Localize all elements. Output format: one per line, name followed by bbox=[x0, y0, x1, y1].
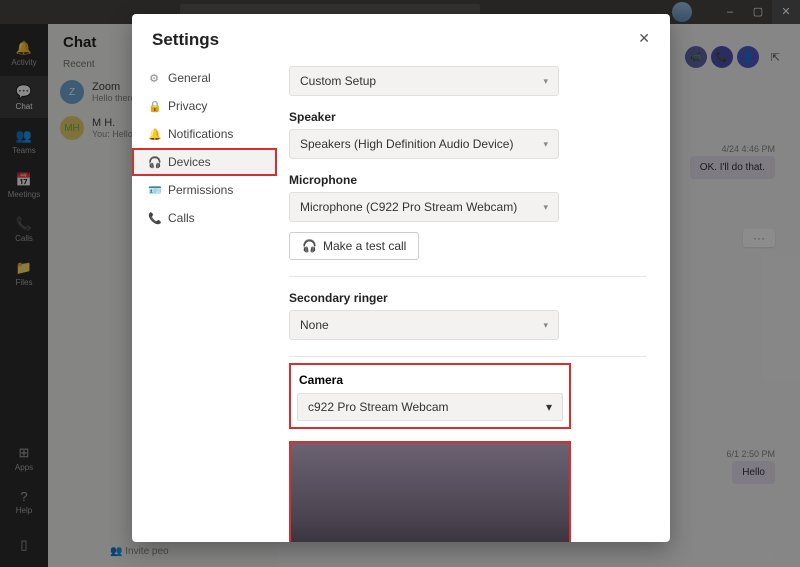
settings-title: Settings bbox=[152, 30, 219, 50]
microphone-value: Microphone (C922 Pro Stream Webcam) bbox=[300, 200, 517, 214]
nav-general[interactable]: ⚙General bbox=[132, 64, 277, 92]
camera-highlight: Camera c922 Pro Stream Webcam ▾ bbox=[289, 363, 571, 429]
settings-dialog: Settings ✕ ⚙General 🔒Privacy 🔔Notificati… bbox=[132, 14, 670, 542]
close-button[interactable]: ✕ bbox=[638, 30, 650, 47]
nav-permissions[interactable]: 🪪Permissions bbox=[132, 176, 277, 204]
speaker-label: Speaker bbox=[289, 110, 646, 124]
audio-devices-dropdown[interactable]: Custom Setup ▾ bbox=[289, 66, 559, 96]
nav-privacy[interactable]: 🔒Privacy bbox=[132, 92, 277, 120]
settings-content: Custom Setup ▾ Speaker Speakers (High De… bbox=[277, 58, 670, 542]
speaker-value: Speakers (High Definition Audio Device) bbox=[300, 137, 513, 151]
headset-icon: 🎧 bbox=[302, 239, 317, 253]
secondary-ringer-value: None bbox=[300, 318, 329, 332]
camera-preview: Preview bbox=[291, 443, 569, 542]
lock-icon: 🔒 bbox=[148, 100, 160, 113]
microphone-label: Microphone bbox=[289, 173, 646, 187]
camera-label: Camera bbox=[299, 373, 563, 387]
camera-preview-highlight: Preview bbox=[289, 441, 571, 542]
nav-devices[interactable]: 🎧Devices bbox=[132, 148, 277, 176]
bell-icon: 🔔 bbox=[148, 128, 160, 141]
chevron-down-icon: ▾ bbox=[543, 202, 548, 213]
secondary-ringer-dropdown[interactable]: None ▾ bbox=[289, 310, 559, 340]
id-icon: 🪪 bbox=[148, 184, 160, 197]
phone-icon: 📞 bbox=[148, 212, 160, 225]
chevron-down-icon: ▾ bbox=[543, 76, 548, 87]
divider bbox=[289, 356, 646, 357]
audio-devices-value: Custom Setup bbox=[300, 74, 376, 88]
chevron-down-icon: ▾ bbox=[543, 320, 548, 331]
chevron-down-icon: ▾ bbox=[546, 400, 552, 414]
secondary-ringer-label: Secondary ringer bbox=[289, 291, 646, 305]
make-test-call-button[interactable]: 🎧 Make a test call bbox=[289, 232, 419, 260]
microphone-dropdown[interactable]: Microphone (C922 Pro Stream Webcam) ▾ bbox=[289, 192, 559, 222]
watermark: wsxdn.com bbox=[749, 554, 794, 564]
chevron-down-icon: ▾ bbox=[543, 139, 548, 150]
nav-notifications[interactable]: 🔔Notifications bbox=[132, 120, 277, 148]
settings-nav: ⚙General 🔒Privacy 🔔Notifications 🎧Device… bbox=[132, 58, 277, 542]
headset-icon: 🎧 bbox=[148, 156, 160, 169]
speaker-dropdown[interactable]: Speakers (High Definition Audio Device) … bbox=[289, 129, 559, 159]
camera-dropdown[interactable]: c922 Pro Stream Webcam ▾ bbox=[297, 393, 563, 421]
camera-value: c922 Pro Stream Webcam bbox=[308, 400, 449, 414]
gear-icon: ⚙ bbox=[148, 72, 160, 85]
nav-calls[interactable]: 📞Calls bbox=[132, 204, 277, 232]
divider bbox=[289, 276, 646, 277]
